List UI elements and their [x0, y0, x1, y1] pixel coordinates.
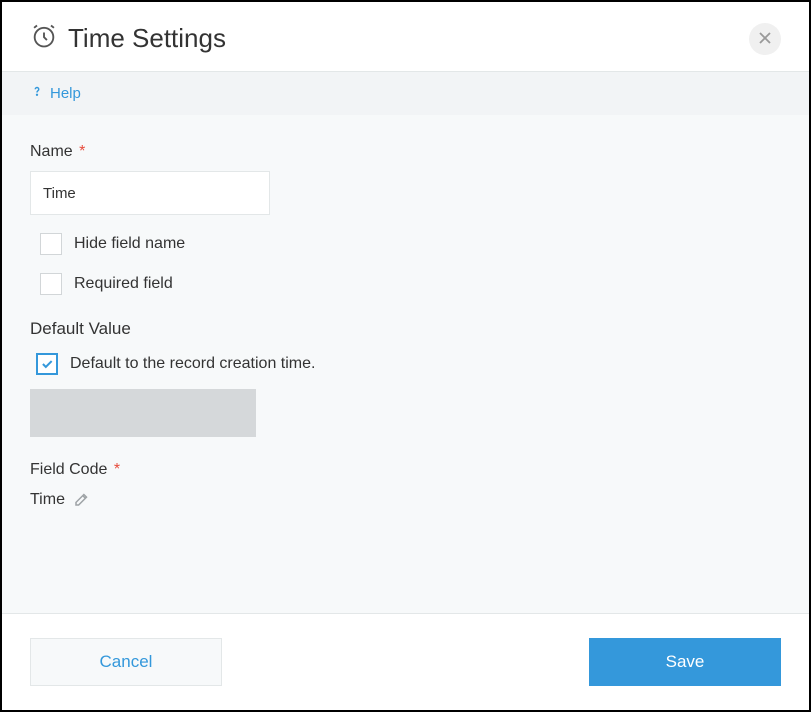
field-code-label-text: Field Code	[30, 461, 107, 478]
field-code-value: Time	[30, 491, 65, 509]
default-creation-label: Default to the record creation time.	[70, 355, 315, 373]
help-label: Help	[50, 85, 81, 102]
time-settings-modal: Time Settings Help Name *	[0, 0, 811, 712]
field-code-group: Field Code * Time	[30, 461, 781, 511]
required-field-label: Required field	[74, 275, 173, 293]
name-label-text: Name	[30, 143, 73, 160]
close-icon	[759, 28, 771, 49]
close-button[interactable]	[749, 23, 781, 55]
cancel-button[interactable]: Cancel	[30, 638, 222, 686]
default-value-group: Default Value Default to the record crea…	[30, 319, 781, 437]
required-field-row: Required field	[40, 273, 781, 295]
hide-field-label: Hide field name	[74, 235, 185, 253]
modal-footer: Cancel Save	[2, 613, 809, 710]
required-asterisk: *	[79, 143, 85, 160]
required-asterisk: *	[114, 461, 120, 478]
check-icon	[40, 357, 54, 371]
default-checkbox-row: Default to the record creation time.	[36, 353, 781, 375]
modal-title: Time Settings	[68, 23, 226, 54]
name-label: Name *	[30, 143, 781, 161]
header-left: Time Settings	[30, 22, 226, 55]
save-button[interactable]: Save	[589, 638, 781, 686]
field-code-label: Field Code *	[30, 461, 781, 479]
modal-header: Time Settings	[2, 2, 809, 71]
pencil-icon	[73, 490, 91, 511]
default-creation-checkbox[interactable]	[36, 353, 58, 375]
required-field-checkbox[interactable]	[40, 273, 62, 295]
field-code-row: Time	[30, 489, 781, 511]
default-value-input-disabled	[30, 389, 256, 437]
help-bar: Help	[2, 71, 809, 115]
default-value-label: Default Value	[30, 319, 781, 339]
hide-field-checkbox[interactable]	[40, 233, 62, 255]
edit-field-code-button[interactable]	[73, 489, 95, 511]
help-link[interactable]: Help	[30, 84, 81, 102]
help-icon	[30, 84, 44, 102]
clock-icon	[30, 22, 58, 55]
hide-field-row: Hide field name	[40, 233, 781, 255]
name-input[interactable]	[30, 171, 270, 215]
name-group: Name * Hide field name Required field	[30, 143, 781, 295]
modal-body: Name * Hide field name Required field De…	[2, 115, 809, 613]
